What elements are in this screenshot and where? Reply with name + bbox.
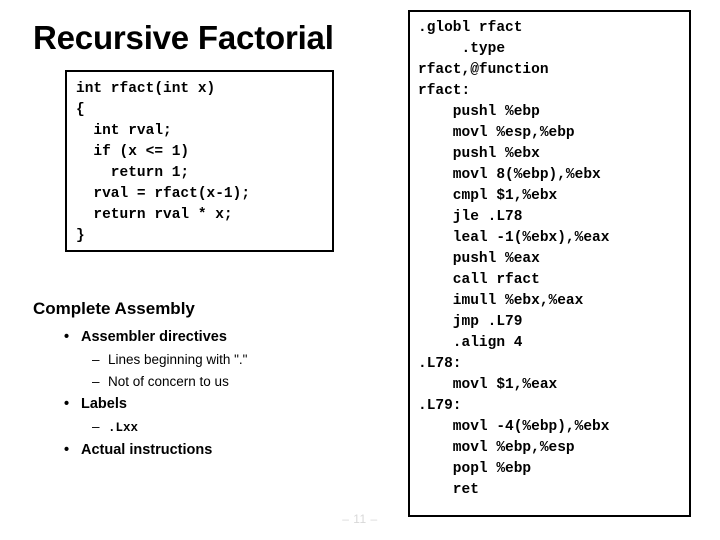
list-item-label: Actual instructions <box>81 442 213 458</box>
list-item: – .Lxx <box>92 416 380 439</box>
assembly-line: .type <box>418 41 506 57</box>
bullet-marker-icon: • <box>64 396 70 412</box>
bullet-marker-icon: • <box>64 329 70 345</box>
c-source-line: return rval * x; <box>76 207 233 223</box>
assembly-line: .L78: <box>418 356 462 372</box>
c-source-line: { <box>76 102 85 118</box>
list-item-label: Assembler directives <box>81 329 227 345</box>
list-item-quote-suffix: " <box>242 352 248 367</box>
assembly-line: movl $1,%eax <box>418 377 558 393</box>
assembly-line: pushl %ebp <box>418 104 540 120</box>
list-item-label: Labels <box>81 396 127 412</box>
assembly-line: .align 4 <box>418 335 523 351</box>
section-heading-complete-assembly: Complete Assembly <box>33 299 195 318</box>
list-item-label: .Lxx <box>108 421 139 435</box>
dash-marker-icon: – <box>92 419 100 434</box>
list-item: • Labels <box>64 393 380 416</box>
assembly-line: jle .L78 <box>418 209 523 225</box>
assembly-line: leal -1(%ebx),%eax <box>418 230 610 246</box>
list-item-label: Not of concern to us <box>108 374 229 389</box>
assembly-line: call rfact <box>418 272 540 288</box>
c-source-line: } <box>76 228 85 244</box>
c-source-line: int rfact(int x) <box>76 81 216 97</box>
dash-marker-icon: – <box>92 374 100 389</box>
c-source-line: int rval; <box>76 123 172 139</box>
page-title: Recursive Factorial <box>33 19 334 56</box>
c-source-line: rval = rfact(x-1); <box>76 186 251 202</box>
assembly-line: ret <box>418 482 479 498</box>
assembly-line: imull %ebx,%eax <box>418 293 584 309</box>
c-source-line: if (x <= 1) <box>76 144 190 160</box>
assembly-line: pushl %ebx <box>418 146 540 162</box>
list-item: • Assembler directives <box>64 326 380 349</box>
list-item: – Not of concern to us <box>92 371 380 393</box>
assembly-line: rfact,@function <box>418 62 549 78</box>
c-source-line: return 1; <box>76 165 190 181</box>
list-item: – Lines beginning with "." <box>92 349 380 371</box>
assembly-line: movl %esp,%ebp <box>418 125 575 141</box>
list-item-label: Lines beginning with ". <box>108 352 243 367</box>
assembly-line: rfact: <box>418 83 471 99</box>
c-source-code-box: int rfact(int x) { int rval; if (x <= 1)… <box>65 70 334 252</box>
assembly-line: .globl rfact <box>418 20 523 36</box>
assembly-line: popl %ebp <box>418 461 532 477</box>
list-item: • Actual instructions <box>64 439 380 462</box>
page-number-footer: – 11 – <box>342 512 378 526</box>
assembly-line: movl -4(%ebp),%ebx <box>418 419 610 435</box>
assembly-line: movl 8(%ebp),%ebx <box>418 167 601 183</box>
assembly-line: pushl %eax <box>418 251 540 267</box>
bullet-list: • Assembler directives – Lines beginning… <box>0 326 380 462</box>
assembly-line: .L79: <box>418 398 462 414</box>
dash-marker-icon: – <box>92 352 100 367</box>
bullet-marker-icon: • <box>64 442 70 458</box>
assembly-line: movl %ebp,%esp <box>418 440 575 456</box>
assembly-line: cmpl $1,%ebx <box>418 188 558 204</box>
assembly-listing-box: .globl rfact .type rfact,@function rfact… <box>408 10 691 517</box>
assembly-line: jmp .L79 <box>418 314 523 330</box>
